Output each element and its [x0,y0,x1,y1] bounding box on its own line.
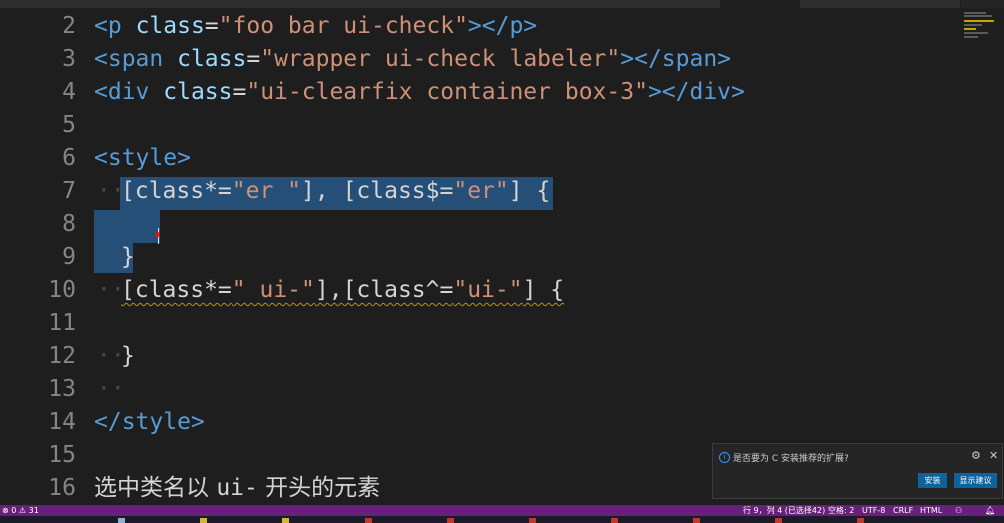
line-ending[interactable]: CRLF [893,505,913,516]
code-line[interactable]: 9 ··} [0,241,1004,274]
editor-tab[interactable] [800,0,881,8]
code-line[interactable]: 14 </style> [0,406,1004,439]
line-number: 4 [62,79,76,105]
mouse-cursor-icon [155,228,162,244]
warning-icon: ⚠ [18,506,27,515]
code-line[interactable]: 12 ··} [0,340,1004,373]
line-number: 2 [62,13,76,39]
code-line[interactable]: 7 ·· [class*="er "], [class$="er"] { [0,175,1004,208]
line-number: 6 [62,145,76,171]
code-text: <span class="wrapper ui-check labeler"><… [94,46,732,72]
notification-message: 是否要为 C 安装推荐的扩展? [733,454,849,464]
show-recommendations-button[interactable]: 显示建议 [954,473,997,488]
bell-icon[interactable]: 🔔︎ [985,505,995,516]
indentation[interactable]: 空格: 2 [828,505,854,516]
code-line[interactable]: 8 [0,208,1004,241]
editor-tab[interactable] [880,0,961,8]
taskbar [0,516,1004,523]
encoding[interactable]: UTF-8 [862,505,885,516]
code-text: 选中类名以 ui- 开头的元素 [94,475,381,501]
code-line[interactable]: 13 ·· [0,373,1004,406]
line-number: 15 [48,442,76,468]
info-icon: i [719,452,730,463]
line-number: 11 [48,310,76,336]
line-number: 7 [62,178,76,204]
editor-tab[interactable] [560,0,641,8]
feedback-icon[interactable]: ⚇ [955,505,962,516]
taskbar-app-icon[interactable] [529,518,536,523]
whitespace-marker: ·· [97,376,125,402]
line-number: 9 [62,244,76,270]
taskbar-app-icon[interactable] [118,518,125,523]
warning-count: 31 [28,506,39,515]
taskbar-app-icon[interactable] [447,518,454,523]
line-number: 5 [62,112,76,138]
status-bar: ⊗ 0 ⚠ 31 行 9，列 4 (已选择42) 空格: 2 UTF-8 CRL… [0,505,1004,516]
line-number: 8 [62,211,76,237]
code-text: <div class="ui-clearfix container box-3"… [94,79,745,105]
code-text: [class*="er "], [class$="er"] { [121,178,551,204]
code-line[interactable]: 4 <div class="ui-clearfix container box-3… [0,76,1004,109]
gear-icon[interactable]: ⚙ [971,449,981,462]
close-icon[interactable]: ✕ [989,449,998,462]
taskbar-app-icon[interactable] [365,518,372,523]
taskbar-app-icon[interactable] [611,518,618,523]
code-text: } [121,244,135,270]
line-number: 16 [48,475,76,501]
editor-tab[interactable] [400,0,481,8]
line-number: 3 [62,46,76,72]
taskbar-app-icon[interactable] [282,518,289,523]
taskbar-app-icon[interactable] [693,518,700,523]
line-number: 12 [48,343,76,369]
code-line[interactable]: 11 [0,307,1004,340]
code-text: [class*=" ui-"],[class^="ui-"] { [121,277,565,303]
taskbar-app-icon[interactable] [857,518,864,523]
code-line[interactable]: 5 [0,109,1004,142]
code-text: } [121,343,135,369]
editor-tab[interactable] [160,0,241,8]
cursor-position[interactable]: 行 9，列 4 (已选择42) [743,505,825,516]
editor-tab[interactable] [480,0,561,8]
minimap[interactable] [962,8,1004,48]
taskbar-app-icon[interactable] [200,518,207,523]
code-editor[interactable]: 2 <p class="foo bar ui-check"></p> 3 <span … [0,8,1004,505]
editor-tab[interactable] [640,0,721,8]
language-mode[interactable]: HTML [920,505,942,516]
line-number: 10 [48,277,76,303]
error-count: 0 [11,506,17,515]
install-button[interactable]: 安装 [918,473,947,488]
line-number: 14 [48,409,76,435]
tab-bar [0,0,1004,8]
code-line[interactable]: 3 <span class="wrapper ui-check labeler">… [0,43,1004,76]
errors-indicator[interactable]: ⊗ 0 ⚠ 31 [2,505,39,516]
extension-notification: i 是否要为 C 安装推荐的扩展? ⚙ ✕ 安装 显示建议 [712,443,1003,499]
code-text: <style> [94,145,191,171]
editor-tab[interactable] [320,0,401,8]
code-text: <p class="foo bar ui-check"></p> [94,13,538,39]
editor-tab[interactable] [0,0,81,8]
code-line[interactable]: 2 <p class="foo bar ui-check"></p> [0,10,1004,43]
error-icon: ⊗ [2,506,9,515]
code-line[interactable]: 10 ·· [class*=" ui-"],[class^="ui-"] { [0,274,1004,307]
code-line[interactable]: 6 <style> [0,142,1004,175]
taskbar-app-icon[interactable] [775,518,782,523]
line-number: 13 [48,376,76,402]
editor-tab[interactable] [240,0,321,8]
editor-tab[interactable] [720,0,801,8]
editor-tab[interactable] [80,0,161,8]
code-text: </style> [94,409,205,435]
